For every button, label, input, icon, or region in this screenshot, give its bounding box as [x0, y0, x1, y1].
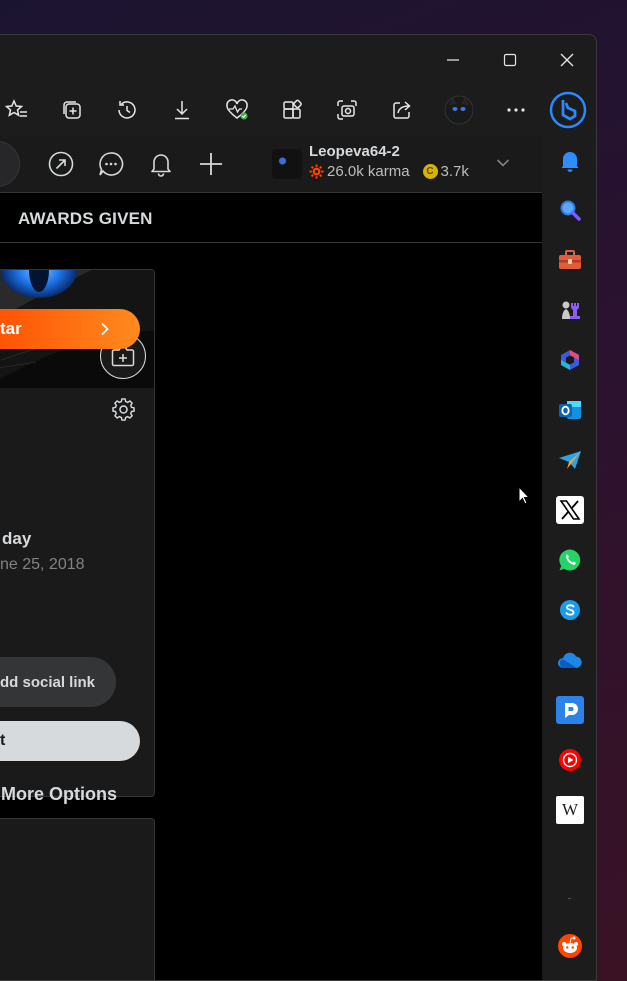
sidebar-item-microsoft-365[interactable] [556, 346, 584, 374]
profile-button[interactable] [444, 95, 474, 125]
karma-icon [309, 164, 324, 179]
download-icon [175, 101, 189, 120]
share-button[interactable] [387, 95, 417, 125]
cake-day-date: ne 25, 2018 [0, 556, 85, 573]
sidebar-item-onedrive[interactable] [556, 646, 584, 674]
secondary-card [0, 818, 155, 980]
more-options-button[interactable]: More Options [1, 784, 117, 805]
karma-display: 26.0k karma C 3.7k [309, 163, 469, 180]
screenshot-icon [337, 100, 357, 120]
send-icon [559, 451, 581, 469]
new-post-label: t [0, 732, 6, 749]
sidebar-item-wikipedia[interactable]: W [556, 796, 584, 824]
edge-sidebar: W W [542, 135, 596, 980]
minimize-button[interactable] [433, 45, 473, 75]
gear-icon [112, 398, 135, 421]
chat-button[interactable] [96, 149, 126, 179]
close-button[interactable] [547, 45, 587, 75]
youtube-music-icon [559, 749, 581, 771]
user-menu[interactable]: Leopeva64-2 26.0k karma C 3.7k [270, 141, 520, 187]
username: Leopeva64-2 [309, 143, 400, 160]
notifications-button[interactable] [146, 149, 176, 179]
browser-essentials-button[interactable] [222, 95, 252, 125]
create-avatar-button[interactable]: tar [0, 309, 140, 349]
discord-icon [565, 703, 578, 718]
bell-icon [561, 152, 579, 172]
plus-icon [200, 153, 222, 175]
sidebar-item-whatsapp[interactable] [556, 546, 584, 574]
collections-button[interactable] [57, 95, 87, 125]
reddit-header: Leopeva64-2 26.0k karma C 3.7k [0, 135, 542, 193]
create-post-button[interactable] [196, 149, 226, 179]
settings-button[interactable] [111, 397, 137, 423]
whatsapp-icon [559, 549, 581, 571]
sidebar-item-search[interactable] [556, 196, 584, 224]
cloud-icon [558, 652, 582, 668]
microsoft-365-icon [561, 350, 579, 370]
new-post-button[interactable]: t [0, 721, 140, 761]
sidebar-item-games[interactable] [556, 296, 584, 324]
browser-toolbar [0, 85, 596, 135]
heart-pulse-icon [226, 99, 248, 120]
browser-window: Leopeva64-2 26.0k karma C 3.7k AWARDS GI… [0, 34, 597, 981]
history-button[interactable] [112, 95, 142, 125]
create-avatar-label: tar [0, 319, 22, 338]
sidebar-item-skype[interactable] [556, 596, 584, 624]
more-button[interactable] [501, 95, 531, 125]
outlook-icon [559, 401, 581, 419]
reddit-page: Leopeva64-2 26.0k karma C 3.7k AWARDS GI… [0, 135, 542, 980]
reddit-icon [558, 934, 582, 958]
title-bar [0, 35, 596, 85]
close-icon [560, 53, 574, 67]
history-icon [118, 101, 136, 119]
sidebar-item-reddit[interactable] [556, 932, 584, 960]
chevron-down-icon [496, 159, 510, 167]
sidebar-item-notifications[interactable] [556, 147, 584, 175]
sidebar-item-tools[interactable] [556, 246, 584, 274]
maximize-icon [503, 53, 517, 67]
skype-icon [560, 600, 580, 620]
sidebar-separator [568, 898, 571, 899]
sidebar-item-discord[interactable] [556, 696, 584, 724]
share-icon [393, 101, 411, 119]
chess-icon [562, 301, 580, 319]
screenshot-button[interactable] [332, 95, 362, 125]
extensions-icon [283, 99, 302, 119]
collections-icon [63, 101, 81, 119]
user-avatar [272, 149, 302, 179]
sidebar-item-x[interactable] [556, 496, 584, 524]
karma-value: 26.0k karma [327, 163, 410, 180]
toolbox-icon [559, 250, 581, 269]
popular-icon [48, 151, 74, 177]
favorites-icon [5, 99, 27, 117]
extensions-button[interactable] [277, 95, 307, 125]
add-social-link-button[interactable]: dd social link [0, 657, 116, 707]
chat-icon [99, 152, 124, 176]
search-icon [560, 200, 581, 221]
cake-day-label: day [2, 529, 32, 548]
wikipedia-icon: W [561, 800, 579, 819]
profile-tabs: AWARDS GIVEN [0, 193, 542, 243]
sidebar-item-telegram[interactable] [556, 446, 584, 474]
mouse-cursor-icon [518, 486, 530, 505]
tab-awards-given[interactable]: AWARDS GIVEN [18, 209, 153, 229]
popular-button[interactable] [46, 149, 76, 179]
add-social-link-label: dd social link [0, 674, 96, 691]
sidebar-item-outlook[interactable] [556, 396, 584, 424]
maximize-button[interactable] [490, 45, 530, 75]
coin-value: 3.7k [440, 163, 469, 180]
more-icon [507, 108, 525, 112]
bing-copilot-button[interactable] [549, 91, 587, 129]
sidebar-item-youtube-music[interactable] [556, 746, 584, 774]
bing-icon [549, 91, 587, 129]
downloads-button[interactable] [167, 95, 197, 125]
coin-icon: C [422, 164, 438, 179]
profile-avatar-icon [444, 95, 474, 125]
bell-icon [151, 154, 171, 177]
minimize-icon [447, 59, 459, 61]
x-logo-icon [559, 500, 581, 520]
chevron-right-icon [101, 322, 109, 336]
search-input[interactable] [0, 141, 20, 187]
favorites-button[interactable] [2, 95, 32, 125]
